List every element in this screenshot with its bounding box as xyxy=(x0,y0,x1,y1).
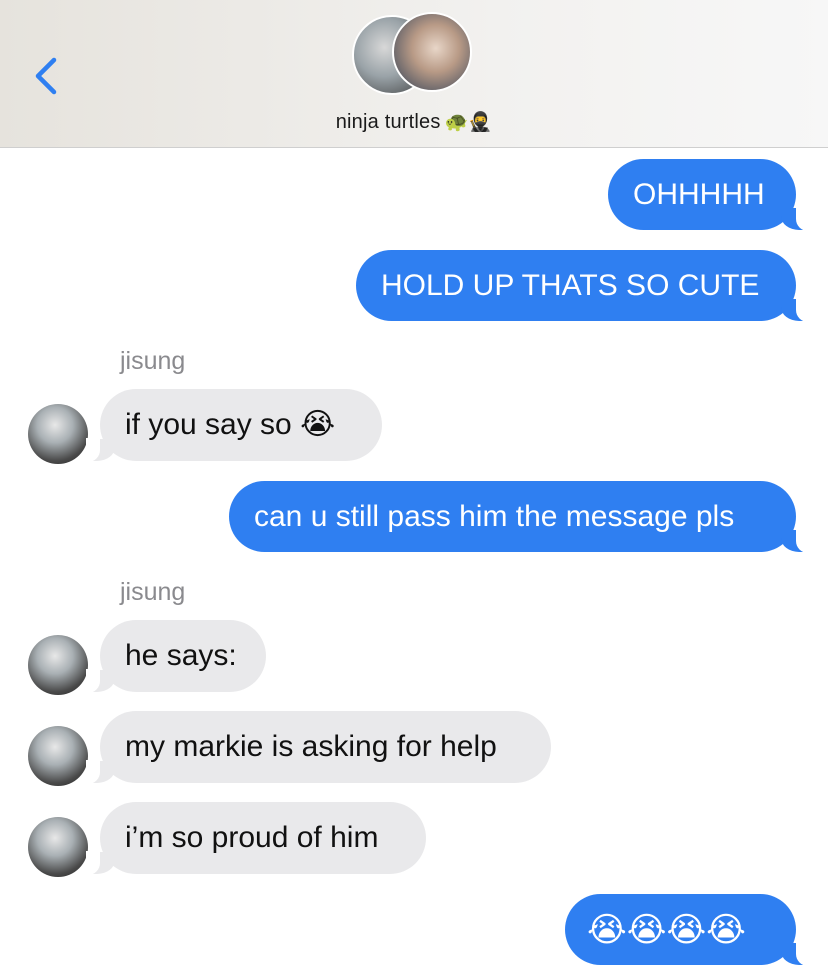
message-text: can u still pass him the message pls xyxy=(254,499,735,533)
message-text: OHHHHH xyxy=(633,177,765,211)
message-text: he says: xyxy=(125,639,237,672)
incoming-message[interactable]: he says: xyxy=(86,620,266,693)
incoming-message[interactable]: my markie is asking for help xyxy=(86,711,551,784)
outgoing-message[interactable]: 😭😭😭😭 xyxy=(565,894,810,966)
message-text: my markie is asking for help xyxy=(125,730,497,763)
group-member-avatar xyxy=(392,12,472,92)
sender-name: jisung xyxy=(120,347,186,375)
outgoing-message[interactable]: can u still pass him the message pls xyxy=(229,481,810,553)
conversation-header: ninja turtles 🐢🥷 xyxy=(0,0,828,148)
incoming-message[interactable]: if you say so 😭 xyxy=(86,389,382,462)
message-text: i’m so proud of him xyxy=(125,821,379,854)
outgoing-message[interactable]: HOLD UP THATS SO CUTE xyxy=(356,250,810,322)
incoming-message[interactable]: i’m so proud of him xyxy=(86,802,426,875)
message-text: if you say so 😭 xyxy=(125,408,336,441)
chevron-left-icon xyxy=(35,57,57,95)
sender-avatar[interactable] xyxy=(28,404,88,464)
group-name-emoji: 🐢🥷 xyxy=(444,112,493,133)
group-name-text: ninja turtles xyxy=(335,111,441,133)
back-button[interactable] xyxy=(30,56,64,96)
sender-avatar[interactable] xyxy=(28,817,88,877)
group-avatar[interactable] xyxy=(352,12,478,98)
message-text: 😭😭😭😭 xyxy=(587,910,746,949)
outgoing-message[interactable]: OHHHHH xyxy=(608,159,810,231)
group-name[interactable]: ninja turtles 🐢🥷 xyxy=(0,110,828,134)
sender-name: jisung xyxy=(120,578,186,606)
sender-avatar[interactable] xyxy=(28,635,88,695)
sender-avatar[interactable] xyxy=(28,726,88,786)
message-text: HOLD UP THATS SO CUTE xyxy=(381,268,760,302)
